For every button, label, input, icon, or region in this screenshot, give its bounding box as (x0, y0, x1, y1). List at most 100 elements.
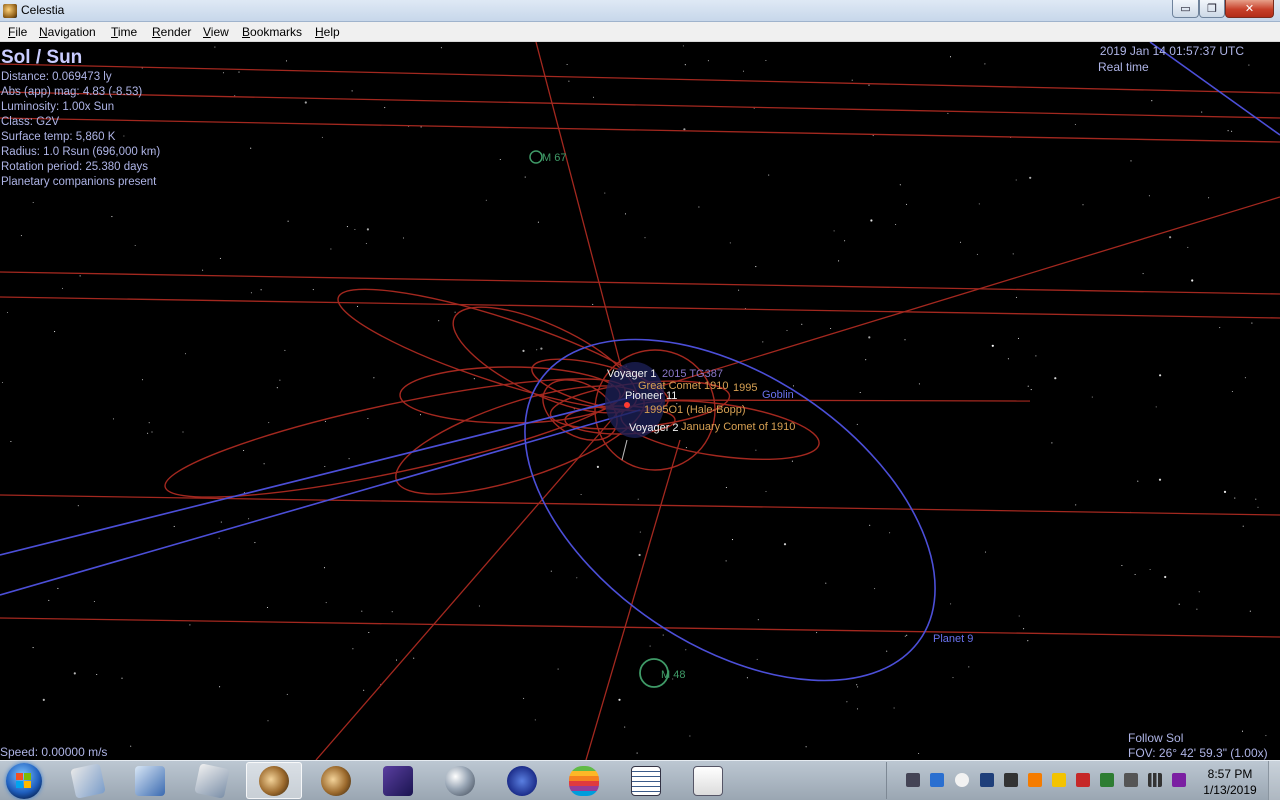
label-m67[interactable]: M 67 (542, 152, 566, 164)
label-planet-9[interactable]: Planet 9 (933, 633, 973, 645)
red-app-icon[interactable] (1076, 773, 1090, 787)
star (1023, 628, 1025, 630)
taskbar-molecule-app[interactable] (494, 762, 550, 799)
star (1015, 296, 1018, 298)
star (707, 60, 709, 62)
star (950, 603, 952, 605)
star (220, 521, 222, 523)
label-hale-bopp[interactable]: 1995O1 (Hale-Bopp) (644, 404, 746, 416)
star (1, 381, 4, 384)
label-goblin[interactable]: Goblin (762, 389, 794, 401)
cloud-icon[interactable] (955, 773, 969, 787)
orange-app-icon[interactable] (1028, 773, 1042, 787)
star (1075, 504, 1077, 506)
menu-bookmarks-label: ookmarks (250, 25, 303, 39)
menu-file[interactable]: File (8, 25, 27, 39)
signal-icon[interactable] (1148, 773, 1162, 787)
taskbar-sphere-app[interactable] (432, 762, 488, 799)
maximize-button[interactable]: ❐ (1199, 0, 1225, 18)
star (367, 417, 369, 420)
star (330, 248, 332, 250)
render-viewport[interactable]: Sol / Sun Distance: 0.069473 ly Abs (app… (0, 42, 1280, 760)
menu-navigation[interactable]: Navigation (39, 25, 96, 39)
label-2015-tg387[interactable]: 2015 TG387 (662, 368, 723, 380)
label-voyager-1[interactable]: Voyager 1 (607, 368, 657, 380)
network-status-icon[interactable] (1172, 773, 1186, 787)
star (276, 387, 278, 389)
star (61, 287, 64, 289)
menu-file-label: ile (15, 25, 28, 39)
star (1223, 490, 1227, 493)
flag-icon[interactable] (906, 773, 920, 787)
system-clock[interactable]: 8:57 PM 1/13/2019 (1196, 766, 1264, 798)
info-magnitude: Abs (app) mag: 4.83 (-8.53) (1, 86, 143, 98)
menu-render[interactable]: Render (152, 25, 191, 39)
star (384, 107, 386, 109)
star (250, 292, 252, 294)
menu-bar: File Navigation Time Render View Bookmar… (0, 22, 1280, 42)
star (202, 269, 204, 271)
shield-icon[interactable] (1052, 773, 1066, 787)
taskbar-night-sky-app[interactable] (370, 762, 426, 799)
star (42, 698, 45, 702)
taskbar-utility-app[interactable] (184, 762, 240, 799)
star (984, 63, 986, 65)
star (889, 532, 891, 534)
green-app-icon[interactable] (1100, 773, 1114, 787)
star (1091, 396, 1093, 398)
star (874, 588, 876, 590)
label-pioneer-11[interactable]: Pioneer 11 (625, 390, 677, 402)
info-rotation: Rotation period: 25.380 days (1, 161, 149, 173)
menu-view[interactable]: View (203, 25, 229, 39)
menu-render-mnemonic: R (152, 25, 161, 39)
star (420, 126, 422, 128)
start-button[interactable] (6, 763, 42, 799)
star (485, 199, 487, 201)
tray-scroll-control[interactable] (886, 762, 898, 799)
sphere-icon (445, 765, 475, 796)
star (592, 303, 594, 305)
label-voyager-2[interactable]: Voyager 2 (629, 422, 679, 434)
taskbar-maps-app[interactable] (60, 762, 116, 799)
taskbar-document-app[interactable] (680, 762, 736, 799)
close-button[interactable]: ✕ (1225, 0, 1274, 18)
star (540, 347, 543, 350)
star (121, 677, 123, 679)
star (1178, 603, 1180, 605)
star (1082, 204, 1084, 206)
star (742, 70, 745, 72)
utility-icon (194, 762, 230, 799)
star (352, 648, 354, 650)
minimize-button[interactable]: ▭ (1172, 0, 1199, 18)
star (1130, 160, 1132, 162)
star (238, 71, 240, 73)
star (638, 553, 641, 557)
star (904, 339, 906, 341)
menu-help[interactable]: Help (315, 25, 340, 39)
taskbar-calendar-app[interactable] (618, 762, 674, 799)
volume-icon[interactable] (1004, 773, 1018, 787)
label-january-comet-1910[interactable]: January Comet of 1910 (681, 421, 795, 433)
star (566, 63, 568, 66)
label-m48[interactable]: M 48 (661, 669, 685, 681)
star (1155, 406, 1157, 408)
menu-time[interactable]: Time (111, 25, 137, 39)
dropbox-icon[interactable] (980, 773, 994, 787)
device-icon[interactable] (1124, 773, 1138, 787)
star (522, 349, 525, 352)
taskbar-apple-app[interactable] (556, 762, 612, 799)
show-desktop-button[interactable] (1268, 761, 1280, 800)
menu-help-mnemonic: H (315, 25, 324, 39)
taskbar-images-app[interactable] (122, 762, 178, 799)
menu-navigation-mnemonic: N (39, 25, 48, 39)
network-app-icon[interactable] (930, 773, 944, 787)
star (214, 46, 216, 48)
taskbar-celestia-2[interactable] (308, 762, 364, 799)
label-1995[interactable]: 1995 (733, 382, 757, 394)
taskbar-celestia-active[interactable] (246, 762, 302, 799)
star (32, 201, 34, 204)
star (868, 84, 870, 86)
menu-time-label: ime (117, 25, 138, 39)
menu-bookmarks[interactable]: Bookmarks (242, 25, 302, 39)
menu-time-mnemonic: T (111, 25, 118, 39)
